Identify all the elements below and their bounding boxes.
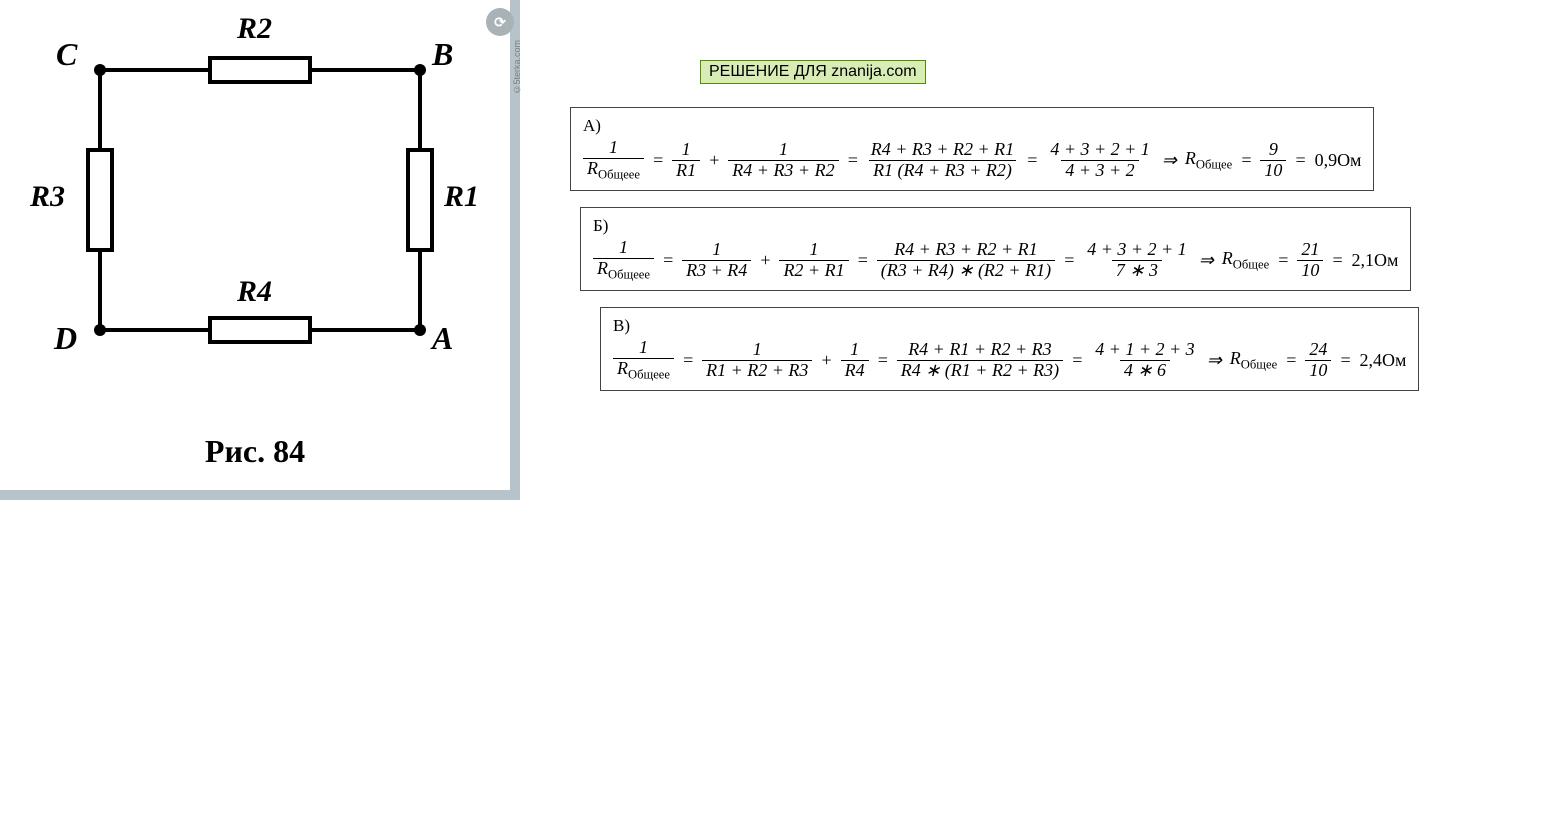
- t1-num-C: 1: [749, 340, 766, 360]
- watermark-text: ©5terka.com: [512, 40, 522, 95]
- lhs-num-B: 1: [615, 238, 632, 258]
- case-letter-A: А): [583, 116, 1361, 136]
- sym-den-A: R1 (R4 + R3 + R2): [869, 160, 1016, 181]
- answer-A: 0,9Ом: [1315, 150, 1362, 171]
- lhs-num-C: 1: [635, 338, 652, 358]
- figure-panel: ⟳ ©5terka.com C B D: [0, 0, 520, 500]
- t2-num-C: 1: [846, 340, 863, 360]
- equation-card-C: В) 1 RОбщеее = 1R1 + R2 + R3 + 1R4 = R4 …: [600, 295, 1419, 391]
- answer-C: 2,4Ом: [1359, 350, 1406, 371]
- resistor-label-R3: R3: [30, 180, 65, 214]
- numtop-C: 4 + 1 + 2 + 3: [1091, 340, 1198, 360]
- circuit-svg: [60, 50, 460, 360]
- solution-site-label: РЕШЕНИЕ ДЛЯ znanija.com: [700, 60, 926, 84]
- lhs-sub-A: Общеее: [598, 167, 640, 181]
- reslabel-B: R: [1222, 248, 1233, 268]
- fractop-A: 9: [1265, 140, 1282, 160]
- resistor-label-R1: R1: [444, 180, 479, 214]
- ressub-B: Общее: [1233, 257, 1269, 271]
- t1-den-C: R1 + R2 + R3: [702, 360, 812, 381]
- resistor-label-R4: R4: [237, 275, 272, 309]
- numbot-B: 7 ∗ 3: [1112, 260, 1162, 281]
- sym-den-C: R4 ∗ (R1 + R2 + R3): [897, 360, 1063, 381]
- ressub-A: Общее: [1196, 157, 1232, 171]
- equation-card-A: А) 1 RОбщеее = 1R1 + 1R4 + R3 + R2 = R4 …: [570, 95, 1374, 191]
- numbot-A: 4 + 3 + 2: [1061, 160, 1138, 181]
- resistor-label-R2: R2: [237, 12, 272, 46]
- answer-B: 2,1Ом: [1351, 250, 1398, 271]
- node-label-B: B: [432, 36, 453, 73]
- t2-num-A: 1: [775, 140, 792, 160]
- t1-num-A: 1: [678, 140, 695, 160]
- t2-num-B: 1: [806, 240, 823, 260]
- case-letter-C: В): [613, 316, 1406, 336]
- fracbot-C: 10: [1305, 360, 1331, 381]
- lhs-sub-C: Общеее: [628, 367, 670, 381]
- lhs-sub-B: Общеее: [608, 267, 650, 281]
- t1-den-B: R3 + R4: [682, 260, 751, 281]
- ressub-C: Общее: [1241, 357, 1277, 371]
- fractop-C: 24: [1305, 340, 1331, 360]
- lhs-den-B: R: [597, 258, 608, 278]
- t2-den-C: R4: [841, 360, 869, 381]
- numbot-C: 4 ∗ 6: [1120, 360, 1170, 381]
- lhs-num-A: 1: [605, 138, 622, 158]
- reslabel-C: R: [1230, 348, 1241, 368]
- lhs-den-A: R: [587, 158, 598, 178]
- sym-num-B: R4 + R3 + R2 + R1: [890, 240, 1041, 260]
- t1-den-A: R1: [672, 160, 700, 181]
- t1-num-B: 1: [708, 240, 725, 260]
- node-label-C: C: [56, 36, 77, 73]
- node-label-D: D: [54, 320, 77, 357]
- sym-num-C: R4 + R1 + R2 + R3: [904, 340, 1055, 360]
- circuit-diagram: C B D A R2 R1 R3 R4: [60, 50, 460, 350]
- node-label-A: A: [432, 320, 453, 357]
- numtop-B: 4 + 3 + 2 + 1: [1083, 240, 1190, 260]
- figure-caption: Рис. 84: [0, 433, 510, 470]
- sym-num-A: R4 + R3 + R2 + R1: [867, 140, 1018, 160]
- equation-card-B: Б) 1 RОбщеее = 1R3 + R4 + 1R2 + R1 = R4 …: [580, 195, 1411, 291]
- fracbot-A: 10: [1260, 160, 1286, 181]
- fractop-B: 21: [1297, 240, 1323, 260]
- numtop-A: 4 + 3 + 2 + 1: [1046, 140, 1153, 160]
- t2-den-A: R4 + R3 + R2: [728, 160, 838, 181]
- reslabel-A: R: [1185, 148, 1196, 168]
- watermark-icon: ⟳: [486, 8, 514, 36]
- t2-den-B: R2 + R1: [779, 260, 848, 281]
- case-letter-B: Б): [593, 216, 1398, 236]
- lhs-den-C: R: [617, 358, 628, 378]
- fracbot-B: 10: [1297, 260, 1323, 281]
- sym-den-B: (R3 + R4) ∗ (R2 + R1): [877, 260, 1055, 281]
